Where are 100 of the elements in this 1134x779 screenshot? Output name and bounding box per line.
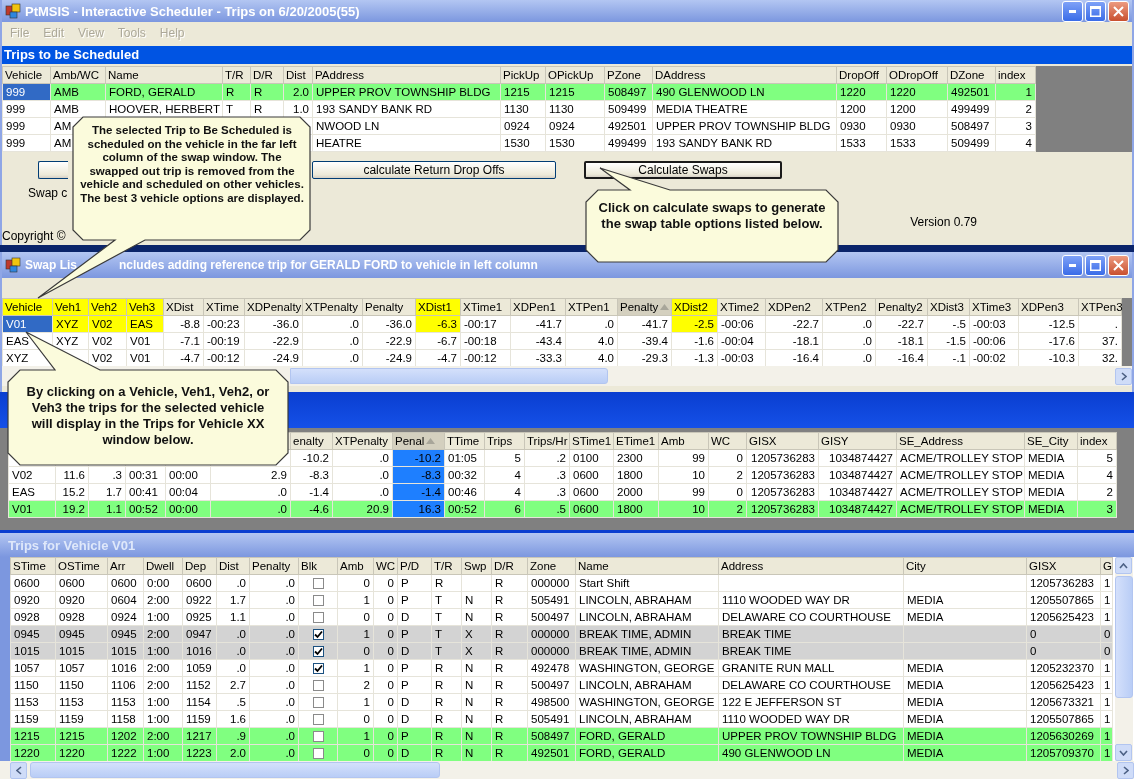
- table-cell[interactable]: 1: [1100, 574, 1113, 592]
- scroll-right-button[interactable]: [1115, 367, 1132, 385]
- table-cell[interactable]: 505491: [527, 591, 576, 609]
- button[interactable]: [38, 161, 68, 179]
- table-cell[interactable]: 1800: [613, 466, 659, 484]
- table-cell[interactable]: GRANITE RUN MALL: [718, 659, 904, 677]
- table-cell[interactable]: 0924: [107, 608, 144, 626]
- table-cell[interactable]: 1059: [182, 659, 217, 677]
- table-cell[interactable]: 0920: [10, 591, 56, 609]
- table-cell[interactable]: 1.1: [216, 608, 250, 626]
- table-cell[interactable]: 1.7: [88, 483, 126, 501]
- table-cell[interactable]: 1057: [10, 659, 56, 677]
- table-cell[interactable]: 0100: [569, 449, 614, 467]
- table-cell[interactable]: .0: [249, 608, 299, 626]
- table-cell[interactable]: 0600: [10, 574, 56, 592]
- table-cell[interactable]: 1150: [55, 676, 108, 694]
- table-cell[interactable]: LINCOLN, ABRAHAM: [575, 676, 719, 694]
- column-header[interactable]: PAddress: [312, 66, 501, 84]
- column-header[interactable]: XDist: [163, 298, 204, 316]
- table-cell[interactable]: 0: [337, 608, 374, 626]
- table-cell[interactable]: 0: [373, 591, 398, 609]
- table-cell[interactable]: 1159: [182, 710, 217, 728]
- table-cell[interactable]: WASHINGTON, GEORGE: [575, 693, 719, 711]
- table-cell[interactable]: MEDIA: [903, 591, 1027, 609]
- table-cell[interactable]: 1: [1100, 659, 1113, 677]
- column-header[interactable]: GISX: [1026, 557, 1101, 575]
- table-cell[interactable]: 0600: [55, 574, 108, 592]
- cell-text[interactable]: 1: [1025, 85, 1032, 98]
- table-cell[interactable]: 0600: [569, 466, 614, 484]
- table-cell[interactable]: 500497: [527, 676, 576, 694]
- scrollbar-thumb[interactable]: [1115, 576, 1133, 698]
- table-cell[interactable]: R: [491, 693, 528, 711]
- column-header[interactable]: XTPenalty: [332, 432, 393, 450]
- table-cell[interactable]: R: [431, 574, 462, 592]
- table-cell[interactable]: -22.9: [244, 332, 303, 350]
- scrollbar[interactable]: [1115, 557, 1133, 761]
- column-header[interactable]: Veh1: [52, 298, 89, 316]
- maximize-button[interactable]: [1085, 0, 1106, 22]
- table-cell[interactable]: .0: [249, 693, 299, 711]
- table-cell[interactable]: D: [397, 608, 432, 626]
- table-cell[interactable]: 0: [373, 659, 398, 677]
- table-cell[interactable]: 99: [658, 449, 709, 467]
- checkbox[interactable]: [312, 628, 324, 640]
- table-cell[interactable]: 2.7: [216, 676, 250, 694]
- table-cell[interactable]: -00:06: [969, 332, 1019, 350]
- checkbox[interactable]: [312, 611, 324, 623]
- column-header[interactable]: WC: [708, 432, 747, 450]
- table-cell[interactable]: 1034874427: [818, 449, 897, 467]
- table-cell[interactable]: 1: [337, 693, 374, 711]
- table-cell[interactable]: 1: [1100, 591, 1113, 609]
- table-cell[interactable]: 4: [484, 483, 525, 501]
- table-cell[interactable]: 1016: [107, 659, 144, 677]
- table-cell[interactable]: MEDIA: [1024, 466, 1078, 484]
- column-header[interactable]: Penalty: [617, 298, 672, 316]
- table-cell[interactable]: 0: [1100, 642, 1113, 660]
- table-cell[interactable]: 2:00: [143, 659, 183, 677]
- table-cell[interactable]: DELAWARE CO COURTHOUSE: [718, 676, 904, 694]
- table-cell[interactable]: P: [397, 574, 432, 592]
- checkbox[interactable]: [312, 730, 324, 742]
- table-cell[interactable]: MEDIA: [1024, 449, 1078, 467]
- table-cell[interactable]: -00:19: [203, 332, 245, 350]
- table-cell[interactable]: -1.4: [290, 483, 333, 501]
- checkbox[interactable]: [312, 679, 324, 691]
- cell-text[interactable]: 4: [1025, 136, 1032, 149]
- table-cell[interactable]: 2: [337, 676, 374, 694]
- table-cell[interactable]: R: [431, 693, 462, 711]
- table-cell[interactable]: 37.: [1078, 332, 1122, 350]
- table-cell[interactable]: 10: [658, 466, 709, 484]
- table-cell[interactable]: 0: [337, 710, 374, 728]
- table-cell[interactable]: 498500: [527, 693, 576, 711]
- table-cell[interactable]: 0600: [569, 483, 614, 501]
- column-header[interactable]: XTime: [203, 298, 245, 316]
- table-cell[interactable]: MEDIA: [1024, 483, 1078, 501]
- column-header[interactable]: Penalty: [249, 557, 299, 575]
- table-cell[interactable]: -00:23: [203, 315, 245, 333]
- column-header[interactable]: index: [995, 66, 1036, 84]
- table-cell[interactable]: 1159: [10, 710, 56, 728]
- column-header[interactable]: Trips/Hr: [524, 432, 570, 450]
- table-cell[interactable]: R: [491, 659, 528, 677]
- column-header[interactable]: PickUp: [500, 66, 546, 84]
- column-header[interactable]: Amb: [658, 432, 709, 450]
- table-cell[interactable]: 1205625423: [1026, 608, 1101, 626]
- table-cell[interactable]: D: [397, 710, 432, 728]
- table-cell[interactable]: 1205736283: [746, 466, 819, 484]
- column-header[interactable]: Dist: [216, 557, 250, 575]
- checkbox[interactable]: [312, 645, 324, 657]
- table-cell[interactable]: .0: [332, 449, 393, 467]
- table-cell[interactable]: MEDIA: [903, 659, 1027, 677]
- table-cell[interactable]: 1154: [182, 693, 217, 711]
- table-cell[interactable]: -00:03: [969, 315, 1019, 333]
- table-cell[interactable]: 0928: [10, 608, 56, 626]
- table-cell[interactable]: N: [461, 693, 492, 711]
- column-header[interactable]: XDPen2: [765, 298, 823, 316]
- table-cell[interactable]: 4.0: [565, 332, 618, 350]
- table-cell[interactable]: 1106: [107, 676, 144, 694]
- checkbox[interactable]: [312, 662, 324, 674]
- table-cell[interactable]: MEDIA: [903, 676, 1027, 694]
- table-cell[interactable]: 2300: [613, 449, 659, 467]
- column-header[interactable]: XTPenalty: [302, 298, 363, 316]
- column-header[interactable]: XDist1: [415, 298, 461, 316]
